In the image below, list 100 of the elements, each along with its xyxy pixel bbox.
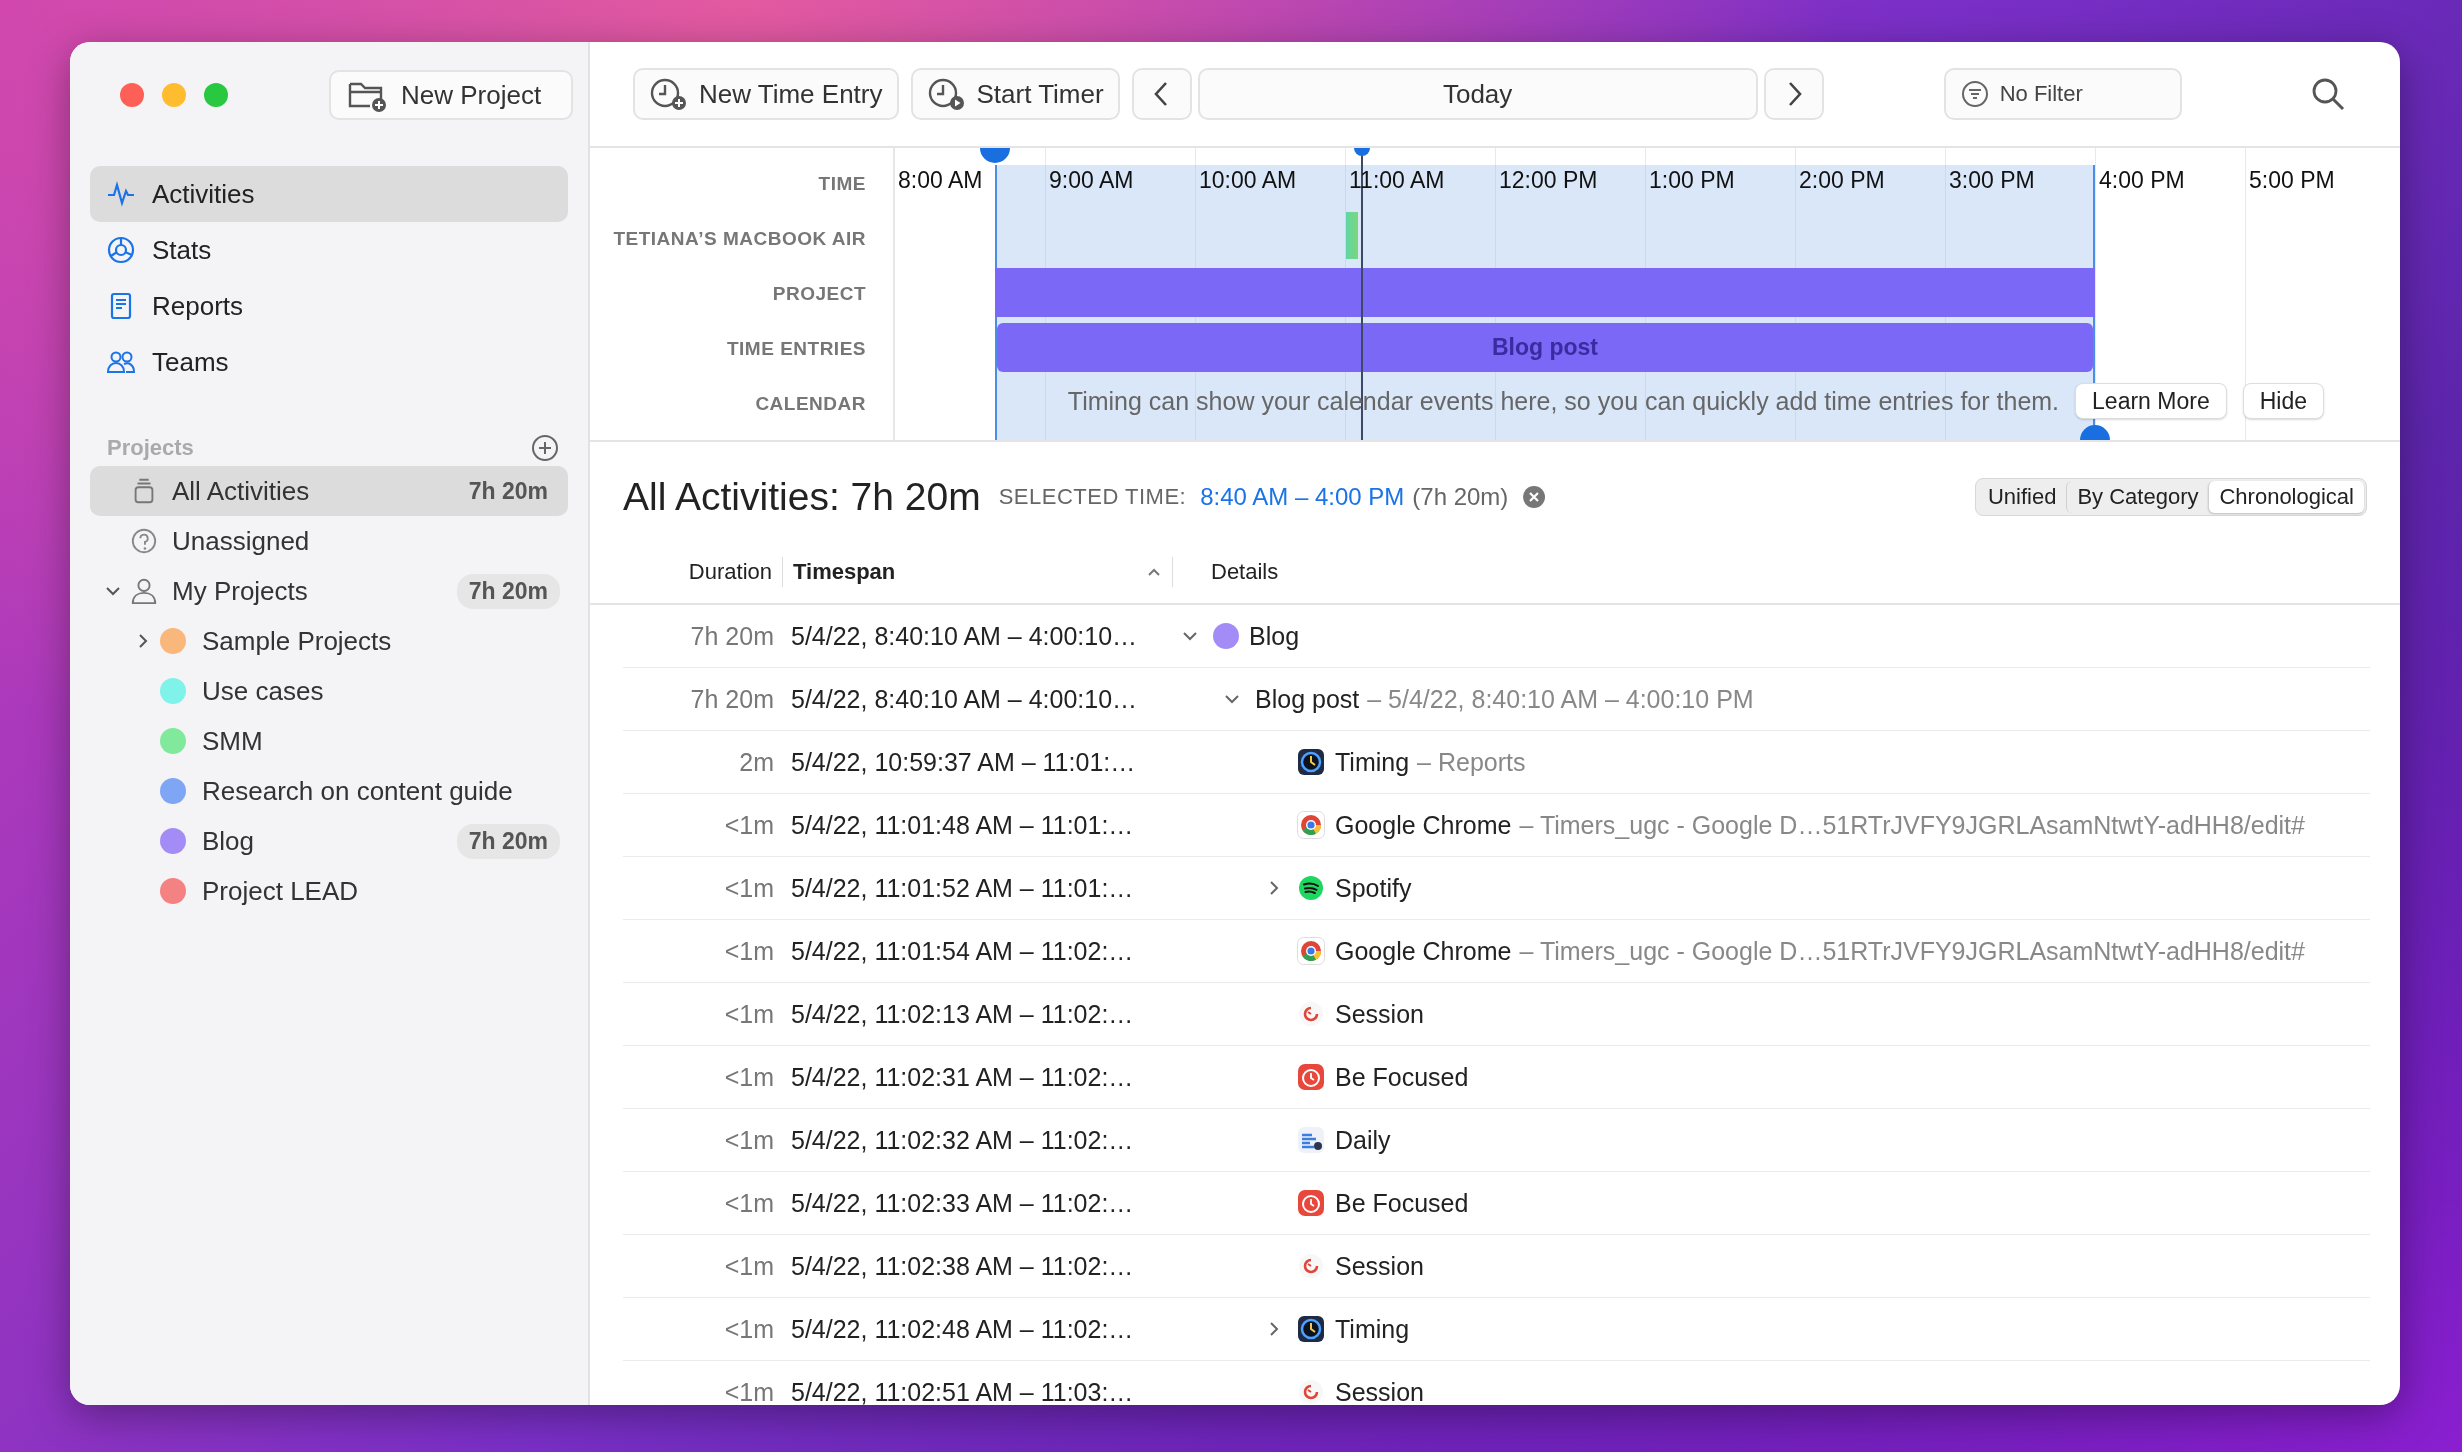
project-item[interactable]: SMM <box>90 716 568 766</box>
browser-icon <box>1297 937 1325 965</box>
timespan-cell-text: 5/4/22, 8:40:10 AM – 4:00:10… <box>790 684 1139 714</box>
duration-cell-text: 7h 20m <box>689 684 774 714</box>
hour-label: 5:00 PM <box>2249 167 2335 193</box>
project-name: Project LEAD <box>202 875 360 907</box>
start-timer-button[interactable]: Start Timer <box>910 68 1120 120</box>
row-label: CALENDAR <box>755 392 866 415</box>
filter-button[interactable]: No Filter <box>1943 68 2182 120</box>
project-name: Research on content guide <box>202 775 514 807</box>
column-header[interactable]: Details <box>1173 556 1279 587</box>
duration-label: 7h 20m <box>467 476 549 506</box>
details-cell: Be Focused <box>1335 1188 1469 1218</box>
details-cell: Spotify <box>1335 873 1412 903</box>
clock-plus-icon <box>649 76 689 112</box>
timespan-cell-text: 5/4/22, 11:01:54 AM – 11:02:… <box>790 936 1135 966</box>
date-button[interactable]: Today <box>1197 68 1758 120</box>
details-cell: Timing – Reports <box>1335 747 1526 777</box>
project-item[interactable]: Research on content guide <box>90 766 568 816</box>
filter-icon <box>1959 79 1990 109</box>
details-cell: Be Focused <box>1335 1062 1469 1092</box>
details-cell: Session <box>1335 999 1424 1029</box>
row-label: TIME <box>818 172 866 195</box>
details-cell: Session <box>1335 1251 1424 1281</box>
question-icon <box>130 527 158 555</box>
view-mode-tab[interactable]: Chronological <box>2208 481 2364 513</box>
duration-cell-text: <1m <box>723 873 774 903</box>
activity-bar <box>1346 212 1358 259</box>
hour-label: 10:00 AM <box>1199 167 1297 193</box>
nav-item[interactable]: Reports <box>90 278 568 334</box>
clock-app-icon <box>1297 1315 1325 1343</box>
duration-cell-text: <1m <box>723 810 774 840</box>
duration-cell-text: <1m <box>723 1125 774 1155</box>
duration-label: 7h 20m <box>456 573 560 609</box>
timespan-cell-text: 5/4/22, 11:02:33 AM – 11:02:… <box>790 1188 1135 1218</box>
music-app-icon <box>1297 874 1325 902</box>
project-item[interactable]: Blog 7h 20m <box>90 816 568 866</box>
duration-cell-text: <1m <box>723 1062 774 1092</box>
duration-cell-text: <1m <box>723 1188 774 1218</box>
hour-label: 8:00 AM <box>898 167 983 193</box>
column-header[interactable]: Duration <box>623 556 783 587</box>
duration-cell-text: <1m <box>723 1377 774 1405</box>
nav-item[interactable]: Activities <box>90 166 568 222</box>
row-label: TETIANA’S MACBOOK AIR <box>613 227 866 250</box>
previous-button[interactable] <box>1131 68 1192 120</box>
project-item[interactable]: Unassigned <box>90 516 568 566</box>
details-cell: Blog <box>1249 621 1300 651</box>
hour-label: 9:00 AM <box>1049 167 1134 193</box>
clock-play-icon <box>926 76 967 112</box>
details-cell: Blog post – 5/4/22, 8:40:10 AM – 4:00:10 PM <box>1255 684 1754 714</box>
project-name: My Projects <box>172 575 309 607</box>
new-project-button[interactable]: New Project <box>329 70 573 120</box>
clear-icon[interactable] <box>1522 485 1547 509</box>
hour-label: 12:00 PM <box>1499 167 1598 193</box>
timespan-cell-text: 5/4/22, 8:40:10 AM – 4:00:10… <box>790 621 1139 651</box>
row-label: PROJECT <box>772 282 866 305</box>
duration-cell-text: 7h 20m <box>689 621 774 651</box>
page-title: All Activities: 7h 20m <box>623 475 981 519</box>
stopwatch-app-icon <box>1297 1063 1325 1091</box>
timespan-cell-text: 5/4/22, 11:02:48 AM – 11:02:… <box>790 1314 1135 1344</box>
duration-cell-text: <1m <box>723 1314 774 1344</box>
close-button[interactable] <box>120 83 144 107</box>
details-cell: Session <box>1335 1377 1424 1405</box>
project-item[interactable]: My Projects 7h 20m <box>90 566 568 616</box>
project-name: Sample Projects <box>202 625 393 657</box>
timespan-cell-text: 5/4/22, 11:02:32 AM – 11:02:… <box>790 1125 1135 1155</box>
stopwatch-app-icon <box>1297 1189 1325 1217</box>
hour-label: 3:00 PM <box>1949 167 2035 193</box>
learn-more-button[interactable]: Learn More <box>2075 383 2227 419</box>
hour-label: 2:00 PM <box>1799 167 1885 193</box>
new-time-entry-button[interactable]: New Time Entry <box>633 68 899 120</box>
nav-item[interactable]: Stats <box>90 222 568 278</box>
project-item[interactable]: Sample Projects <box>90 616 568 666</box>
column-header[interactable]: Timespan <box>783 556 1173 587</box>
nav-item[interactable]: Teams <box>90 334 568 390</box>
selected-time-range[interactable]: 8:40 AM – 4:00 PM <box>1200 483 1405 511</box>
project-item[interactable]: Project LEAD <box>90 866 568 916</box>
add-icon[interactable] <box>530 433 560 463</box>
project-name: Blog <box>202 825 256 857</box>
project-name: All Activities <box>172 475 311 507</box>
hide-button[interactable]: Hide <box>2242 383 2324 419</box>
details-cell: Google Chrome – Timers_ugc - Google D…51RTrJVFY9JGRLAsamNtwtY-adHH8/edit# <box>1335 810 2305 840</box>
timespan-cell-text: 5/4/22, 10:59:37 AM – 11:01:… <box>790 747 1137 777</box>
pie-chart-icon <box>106 235 136 265</box>
project-name: Unassigned <box>172 525 311 557</box>
view-mode-tab[interactable]: Unified <box>1977 481 2067 513</box>
project-name: SMM <box>202 725 264 757</box>
project-item[interactable]: All Activities 7h 20m <box>90 466 568 516</box>
duration-cell-text: <1m <box>723 999 774 1029</box>
project-item[interactable]: Use cases <box>90 666 568 716</box>
row-label: TIME ENTRIES <box>727 337 866 360</box>
details-cell: Google Chrome – Timers_ugc - Google D…51RTrJVFY9JGRLAsamNtwtY-adHH8/edit# <box>1335 936 2305 966</box>
section-header: Projects <box>107 435 194 461</box>
duration-cell-text: <1m <box>723 936 774 966</box>
hour-label: 4:00 PM <box>2099 167 2185 193</box>
duration-cell-text: <1m <box>723 1251 774 1281</box>
duration-cell-text: 2m <box>738 747 774 777</box>
details-cell: Timing <box>1335 1314 1410 1344</box>
timespan-cell-text: 5/4/22, 11:02:31 AM – 11:02:… <box>790 1062 1135 1092</box>
next-button[interactable] <box>1763 68 1824 120</box>
